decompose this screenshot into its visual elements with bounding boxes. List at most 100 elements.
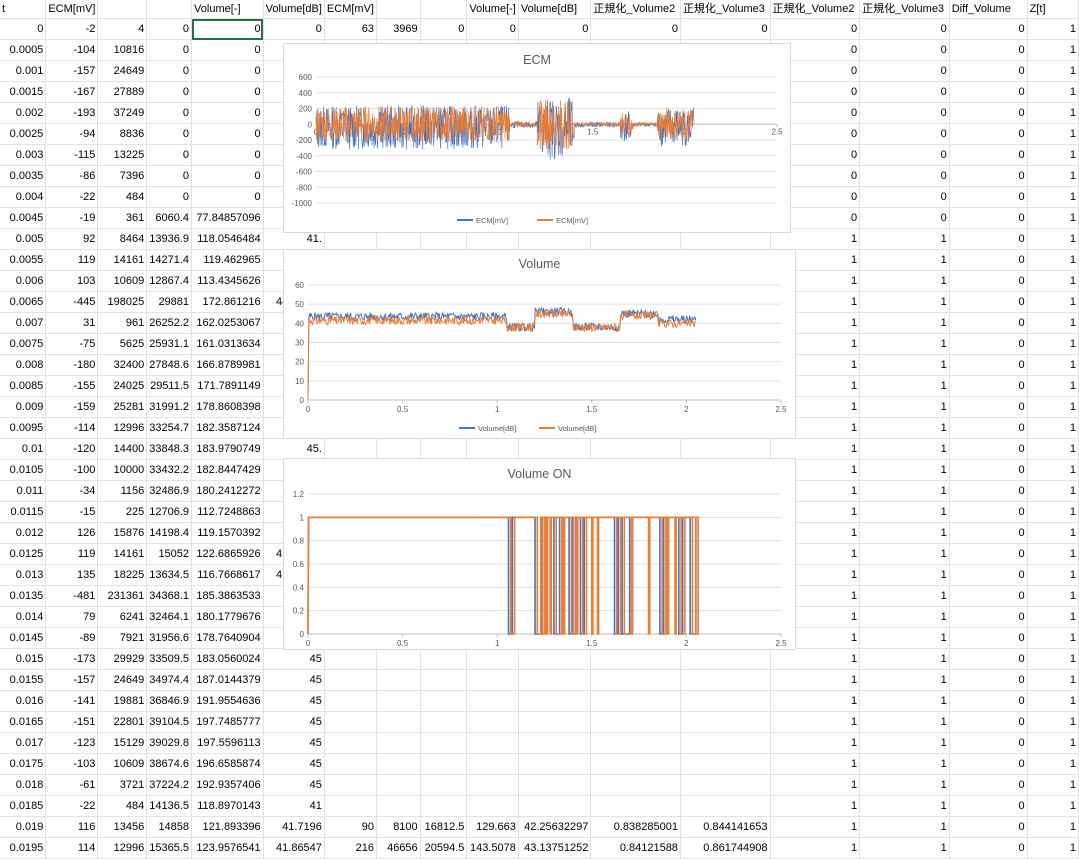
cell[interactable]: 25281 <box>97 396 148 418</box>
cell[interactable]: 0 <box>146 18 193 40</box>
cell[interactable]: -103 <box>45 753 99 775</box>
cell[interactable]: 15876 <box>97 522 148 544</box>
cell[interactable]: 1 <box>1027 18 1079 40</box>
cell[interactable]: 1 <box>859 417 950 439</box>
cell[interactable]: 0 <box>466 18 519 40</box>
cell[interactable]: -193 <box>45 102 99 124</box>
cell[interactable]: 0 <box>949 396 1028 418</box>
cell[interactable]: 0.838285001 <box>590 816 681 838</box>
cell[interactable]: 1 <box>1027 627 1079 649</box>
cell[interactable]: 0.002 <box>0 102 47 124</box>
cell[interactable]: 161.0313634 <box>191 333 264 355</box>
cell[interactable]: 0.0015 <box>0 81 47 103</box>
cell[interactable]: 0 <box>949 837 1028 859</box>
cell[interactable]: 1 <box>859 375 950 397</box>
cell[interactable] <box>420 648 468 670</box>
cell[interactable]: -15 <box>45 501 99 523</box>
cell[interactable]: 0 <box>146 60 193 82</box>
cell[interactable]: 45 <box>263 753 325 775</box>
cell[interactable]: 0.0185 <box>0 795 47 817</box>
cell[interactable]: 182.8447429 <box>191 459 264 481</box>
cell[interactable] <box>518 669 592 691</box>
cell[interactable]: 0.0115 <box>0 501 47 523</box>
cell[interactable]: 0 <box>949 375 1028 397</box>
cell[interactable]: 1 <box>1027 795 1079 817</box>
cell[interactable]: -22 <box>45 186 99 208</box>
cell[interactable]: 29929 <box>97 648 148 670</box>
cell[interactable]: 0.0105 <box>0 459 47 481</box>
cell[interactable]: 0 <box>949 606 1028 628</box>
cell[interactable]: 1 <box>1027 690 1079 712</box>
cell[interactable]: 0.017 <box>0 732 47 754</box>
cell[interactable]: 192.9357406 <box>191 774 264 796</box>
cell[interactable]: 0 <box>146 144 193 166</box>
cell[interactable]: 1 <box>770 795 861 817</box>
cell[interactable]: 10609 <box>97 270 148 292</box>
cell[interactable]: 37249 <box>97 102 148 124</box>
cell[interactable]: 27889 <box>97 81 148 103</box>
cell[interactable]: 0.01 <box>0 438 47 460</box>
cell[interactable]: 1 <box>859 711 950 733</box>
cell[interactable]: 12996 <box>97 417 148 439</box>
cell[interactable] <box>376 753 421 775</box>
cell[interactable]: 39029.8 <box>146 732 193 754</box>
cell[interactable]: 12996 <box>97 837 148 859</box>
column-header[interactable]: 正規化_Volume2 <box>590 0 681 19</box>
cell[interactable]: 0 <box>146 186 193 208</box>
cell[interactable] <box>680 690 771 712</box>
cell[interactable]: 129.663 <box>466 816 519 838</box>
cell[interactable]: 0 <box>146 123 193 145</box>
cell[interactable]: 0 <box>859 144 950 166</box>
cell[interactable]: 1 <box>1027 291 1079 313</box>
cell[interactable]: 1 <box>859 669 950 691</box>
cell[interactable]: 1 <box>859 606 950 628</box>
cell[interactable]: 0 <box>0 18 47 40</box>
cell[interactable]: 45 <box>263 774 325 796</box>
cell[interactable]: 0 <box>146 39 193 61</box>
cell[interactable]: 10816 <box>97 39 148 61</box>
cell[interactable] <box>466 774 519 796</box>
cell[interactable]: -123 <box>45 732 99 754</box>
cell[interactable]: -120 <box>45 438 99 460</box>
cell[interactable]: 19881 <box>97 690 148 712</box>
column-header[interactable]: Volume[-] <box>191 0 264 19</box>
cell[interactable]: 31 <box>45 312 99 334</box>
cell[interactable]: 185.3863533 <box>191 585 264 607</box>
cell[interactable]: 0 <box>859 207 950 229</box>
cell[interactable]: 114 <box>45 837 99 859</box>
cell[interactable]: 24649 <box>97 669 148 691</box>
cell[interactable]: 1 <box>1027 417 1079 439</box>
cell[interactable]: 0 <box>949 39 1028 61</box>
cell[interactable]: 0 <box>949 774 1028 796</box>
cell[interactable]: 1 <box>1027 354 1079 376</box>
cell[interactable] <box>590 732 681 754</box>
cell[interactable]: 0.013 <box>0 564 47 586</box>
cell[interactable]: 0 <box>949 207 1028 229</box>
cell[interactable]: 0 <box>263 18 325 40</box>
cell[interactable]: -157 <box>45 669 99 691</box>
cell[interactable]: 13634.5 <box>146 564 193 586</box>
cell[interactable] <box>324 648 377 670</box>
cell[interactable] <box>376 795 421 817</box>
cell[interactable]: 1 <box>859 774 950 796</box>
cell[interactable]: 41.7196 <box>263 816 325 838</box>
cell[interactable]: 29881 <box>146 291 193 313</box>
cell[interactable]: 0 <box>949 417 1028 439</box>
cell[interactable]: 6241 <box>97 606 148 628</box>
cell[interactable]: 41.86547 <box>263 837 325 859</box>
cell[interactable]: 0 <box>859 186 950 208</box>
cell[interactable] <box>466 648 519 670</box>
cell[interactable]: -22 <box>45 795 99 817</box>
column-header[interactable]: t <box>0 0 47 19</box>
cell[interactable]: 46656 <box>376 837 421 859</box>
cell[interactable]: 1 <box>1027 669 1079 691</box>
cell[interactable]: 1 <box>770 753 861 775</box>
cell[interactable]: 1 <box>1027 165 1079 187</box>
cell[interactable]: 8100 <box>376 816 421 838</box>
cell[interactable] <box>518 732 592 754</box>
cell[interactable]: -104 <box>45 39 99 61</box>
cell[interactable]: 1 <box>859 585 950 607</box>
cell[interactable]: 34974.4 <box>146 669 193 691</box>
cell[interactable]: 1 <box>1027 816 1079 838</box>
column-header[interactable]: Volume[dB] <box>518 0 592 19</box>
